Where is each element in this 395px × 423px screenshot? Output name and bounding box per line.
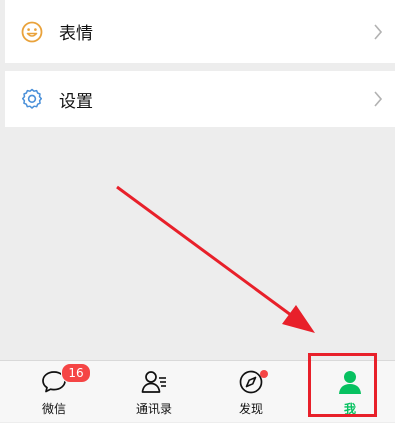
unread-badge: 16 <box>61 363 91 383</box>
highlight-box <box>308 353 377 417</box>
compass-icon <box>237 369 268 395</box>
gear-icon <box>21 88 43 110</box>
contacts-icon <box>140 369 168 395</box>
menu-item-label: 表情 <box>59 24 93 44</box>
chat-bubble-icon: 16 <box>40 363 91 395</box>
tab-label: 发现 <box>238 402 263 416</box>
tab-discover[interactable]: 发现 <box>222 361 280 423</box>
chevron-right-icon <box>373 90 383 108</box>
tab-chats[interactable]: 16 微信 <box>25 361 91 423</box>
menu-item-settings[interactable]: 设置 <box>5 71 395 127</box>
menu-item-label: 设置 <box>59 91 93 112</box>
menu-item-emoji[interactable]: 表情 <box>5 0 395 63</box>
smiley-icon <box>21 21 43 43</box>
notification-dot <box>260 370 268 378</box>
tab-contacts[interactable]: 通讯录 <box>125 361 183 423</box>
chevron-right-icon <box>373 23 383 41</box>
tab-label: 微信 <box>41 402 66 416</box>
tab-label: 通讯录 <box>135 402 172 416</box>
